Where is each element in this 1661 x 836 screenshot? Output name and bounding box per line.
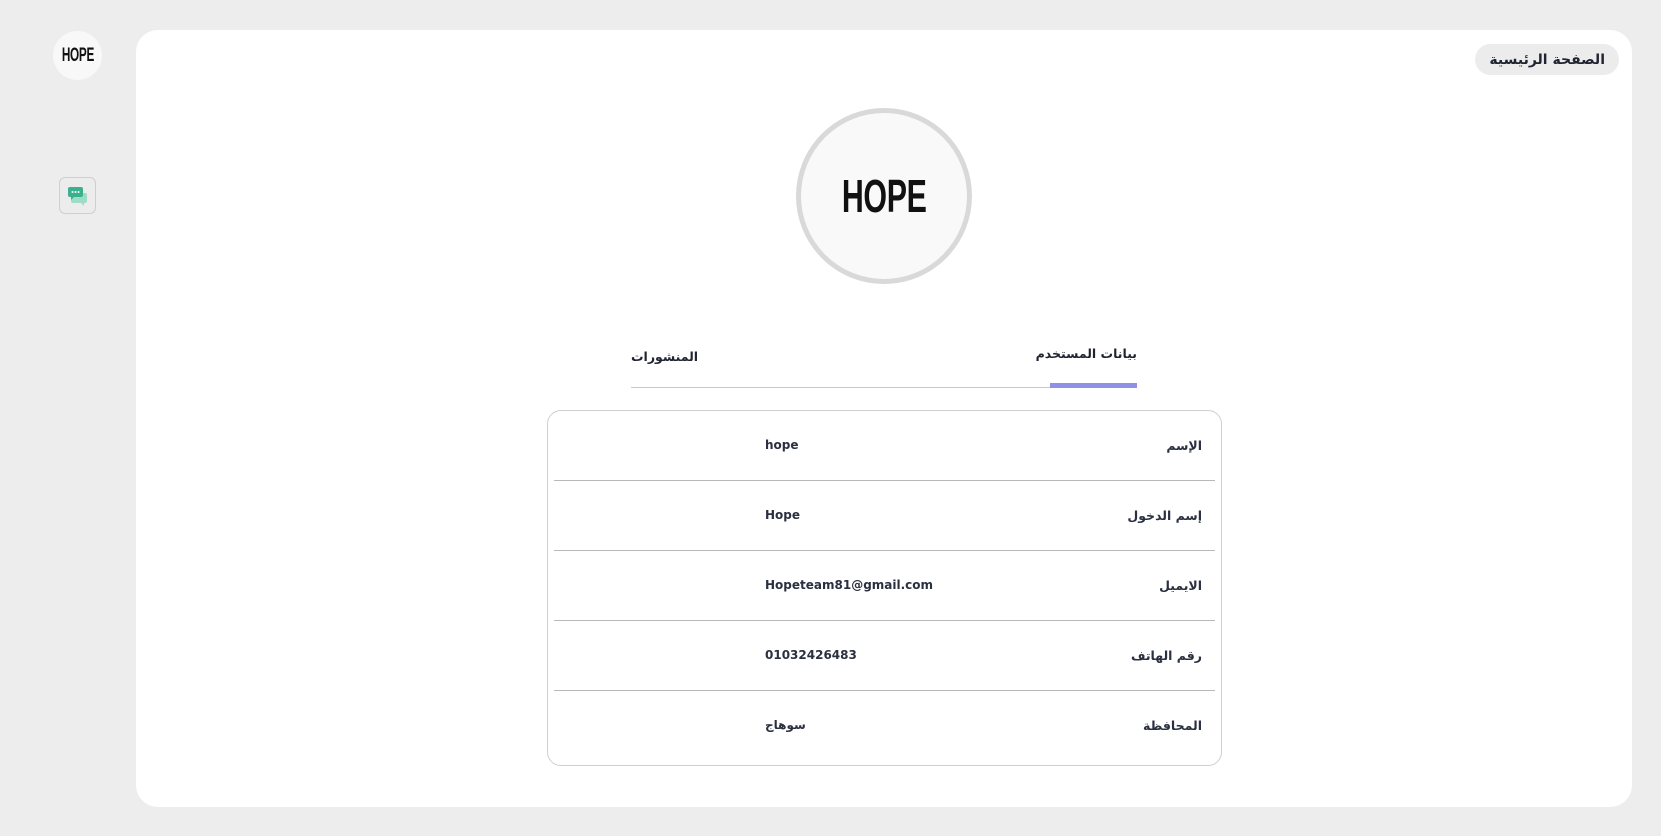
profile-tabs: بيانات المستخدم المنشورات	[631, 306, 1137, 388]
field-value: 01032426483	[765, 648, 857, 662]
info-row-email: الايميل Hopeteam81@gmail.com	[554, 551, 1215, 621]
field-value: سوهاج	[765, 718, 806, 732]
info-row-username: إسم الدخول Hope	[554, 481, 1215, 551]
field-value: Hope	[765, 508, 801, 522]
home-page-button[interactable]: الصفحة الرئيسية	[1475, 44, 1619, 75]
tab-posts-label: المنشورات	[631, 349, 699, 364]
field-value: hope	[765, 438, 799, 452]
profile-card: الصفحة الرئيسية HOPE بيانات المستخدم الم…	[136, 30, 1632, 807]
profile-avatar: HOPE	[796, 108, 972, 284]
chat-bubbles-icon	[67, 186, 87, 206]
field-label: رقم الهاتف	[1130, 648, 1202, 663]
field-label: الايميل	[1159, 578, 1202, 593]
info-row-name: الإسم hope	[554, 411, 1215, 481]
field-label: المحافظة	[1142, 718, 1202, 733]
field-label: إسم الدخول	[1127, 508, 1202, 523]
info-row-governorate: المحافظة سوهاج	[554, 691, 1215, 761]
field-value: Hopeteam81@gmail.com	[765, 578, 934, 592]
field-label: الإسم	[1166, 438, 1202, 453]
user-info-table: الإسم hope إسم الدخول Hope الايميل Hopet…	[547, 410, 1222, 766]
info-row-phone: رقم الهاتف 01032426483	[554, 621, 1215, 691]
active-tab-indicator	[1050, 383, 1137, 388]
avatar-logo-text: HOPE	[841, 170, 927, 222]
tab-user-data-label: بيانات المستخدم	[1035, 346, 1137, 361]
chat-button[interactable]	[59, 177, 96, 214]
sidebar-logo[interactable]: HOPE	[53, 31, 102, 80]
hope-logo-text: HOPE	[61, 44, 94, 66]
